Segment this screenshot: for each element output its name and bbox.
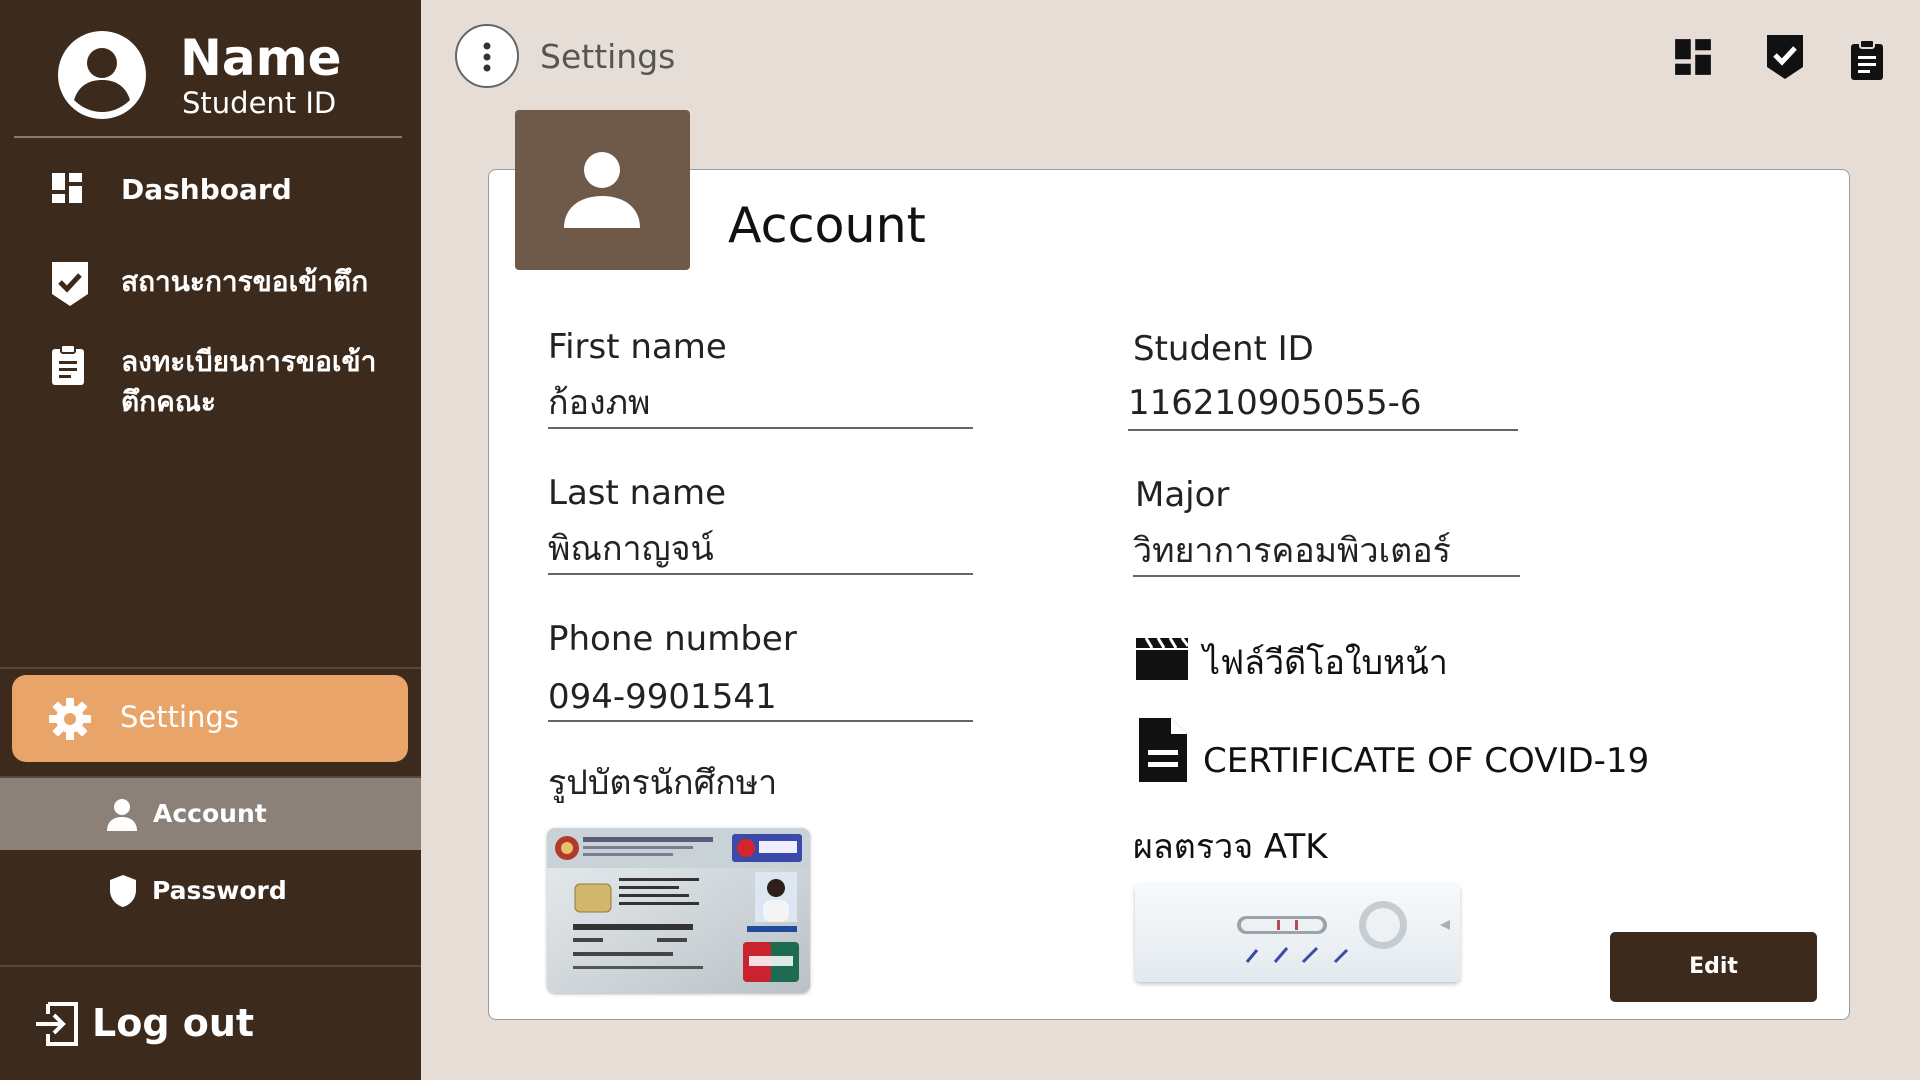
sidebar-item-label: Dashboard <box>121 173 292 206</box>
sidebar-subitem-label: Account <box>153 799 267 828</box>
checkmark-badge-icon <box>52 262 88 306</box>
profile-student-id: Student ID <box>182 86 337 120</box>
face-video-label[interactable]: ไฟล์วีดีโอใบหน้า <box>1203 642 1448 684</box>
clipboard-icon[interactable] <box>1849 36 1885 84</box>
student-card-image[interactable] <box>547 828 810 993</box>
edit-button[interactable]: Edit <box>1610 932 1817 1002</box>
page-title: Settings <box>540 37 676 76</box>
atk-test-illustration <box>1237 901 1450 964</box>
dashboard-icon[interactable] <box>1674 38 1712 76</box>
video-clapper-icon[interactable] <box>1134 636 1190 682</box>
sidebar-subitem-account[interactable]: Account <box>0 778 421 850</box>
sidebar-subitem-password[interactable]: Password <box>0 858 421 926</box>
divider <box>0 667 421 669</box>
field-underline <box>548 720 973 722</box>
student-id-value: 116210905055-6 <box>1128 383 1422 423</box>
field-underline <box>548 427 973 429</box>
student-card-label: รูปบัตรนักศึกษา <box>548 763 778 803</box>
checkmark-badge-icon[interactable] <box>1764 33 1806 81</box>
dashboard-icon <box>52 173 82 203</box>
vertical-dots-icon <box>483 42 491 72</box>
document-icon[interactable] <box>1137 716 1189 784</box>
sidebar: Name Student ID Dashboard สถานะการขอเข้า… <box>0 0 421 1080</box>
profile-name: Name <box>180 29 342 87</box>
divider <box>0 965 421 967</box>
student-id-label: Student ID <box>1133 329 1314 369</box>
first-name-label: First name <box>548 327 727 367</box>
major-label: Major <box>1135 475 1230 515</box>
phone-label: Phone number <box>548 619 797 659</box>
person-icon <box>564 152 640 228</box>
sidebar-item-settings[interactable]: Settings <box>12 675 408 762</box>
profile-header: Name Student ID <box>0 0 421 137</box>
divider <box>14 136 402 138</box>
last-name-label: Last name <box>548 473 727 513</box>
covid-certificate-label[interactable]: CERTIFICATE OF COVID-19 <box>1203 740 1649 782</box>
sidebar-item-label-line2: ตึกคณะ <box>121 385 216 418</box>
shield-icon <box>110 875 136 907</box>
atk-result-image[interactable] <box>1135 884 1460 982</box>
card-title: Account <box>728 197 926 254</box>
first-name-value: ก้องภพ <box>548 383 651 423</box>
last-name-value: พิณกาญจน์ <box>548 529 714 569</box>
phone-value: 094-9901541 <box>548 677 777 717</box>
field-underline <box>1133 575 1520 577</box>
clipboard-icon <box>52 344 84 385</box>
sidebar-subitem-label: Password <box>152 876 287 905</box>
sidebar-item-label-line1: ลงทะเบียนการขอเข้า <box>121 345 377 378</box>
field-underline <box>1128 429 1518 431</box>
person-icon <box>107 799 137 831</box>
sidebar-item-register[interactable]: ลงทะเบียนการขอเข้า ตึกคณะ <box>0 340 421 424</box>
avatar-icon <box>58 31 146 119</box>
more-options-button[interactable] <box>455 24 519 88</box>
sidebar-item-label: สถานะการขอเข้าตึก <box>121 265 369 298</box>
student-card-illustration <box>547 828 810 982</box>
sidebar-item-label: Settings <box>120 700 239 734</box>
logout-icon <box>36 1002 78 1046</box>
account-badge <box>515 110 690 270</box>
gear-icon <box>49 698 91 740</box>
field-underline <box>548 573 973 575</box>
atk-label: ผลตรวจ ATK <box>1133 827 1328 867</box>
major-value: วิทยาการคอมพิวเตอร์ <box>1133 531 1451 571</box>
sidebar-item-building-status[interactable]: สถานะการขอเข้าตึก <box>0 258 421 310</box>
sidebar-item-dashboard[interactable]: Dashboard <box>0 168 421 214</box>
logout-label[interactable]: Log out <box>92 998 254 1048</box>
